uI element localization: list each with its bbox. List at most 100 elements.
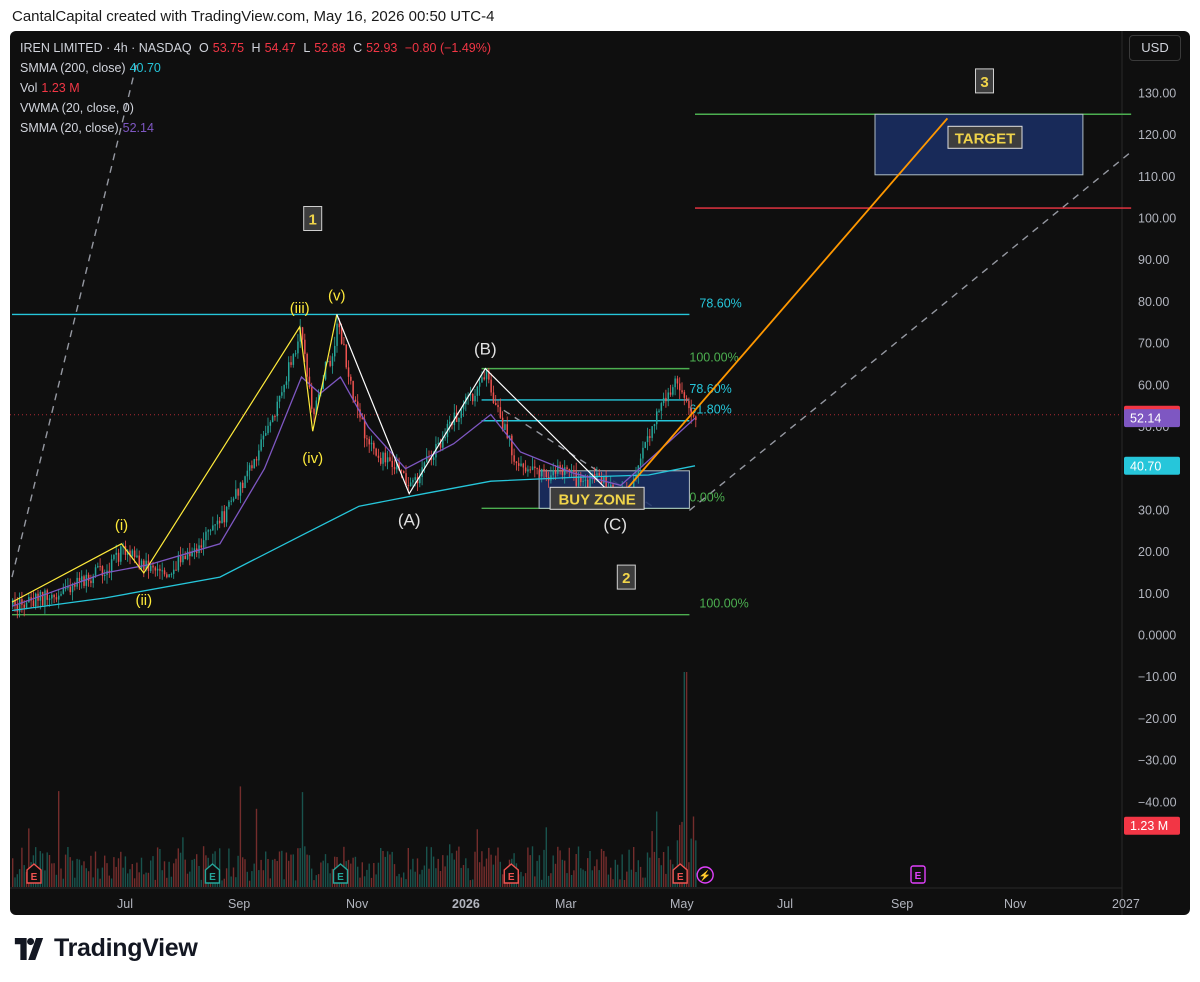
candle-body: [23, 604, 25, 608]
symbol-row[interactable]: IREN LIMITED · 4h · NASDAQ O 53.75 H 54.47…: [20, 38, 495, 58]
wave-label-A: (A): [398, 511, 421, 530]
volume-bar: [488, 847, 490, 887]
candle-body: [285, 381, 288, 385]
degree-label-2: 2: [622, 570, 630, 587]
volume-bar: [421, 869, 423, 887]
y-tick-label: 80.00: [1138, 295, 1169, 309]
candle-body: [214, 524, 216, 526]
candle-body: [524, 467, 527, 472]
volume-bar: [276, 861, 278, 887]
volume-bar: [467, 868, 469, 887]
candle-body: [152, 565, 154, 568]
volume-bar: [683, 672, 685, 887]
candle-body: [352, 380, 354, 400]
indicator-smma200[interactable]: SMMA (200, close) 40.70: [20, 58, 495, 78]
volume-bar: [366, 869, 368, 887]
volume-bar: [21, 847, 23, 887]
candle-body: [90, 580, 92, 584]
volume-bar: [18, 869, 21, 887]
volume-bar: [92, 877, 94, 887]
candle-body: [685, 397, 688, 401]
candle-body: [458, 418, 460, 422]
candle-body: [423, 462, 426, 468]
chart-panel[interactable]: 78.60% 100.00% 100.00% 78.60% 61.80% 0.00% (i)…: [10, 31, 1190, 915]
candle-body: [518, 463, 520, 466]
candle-body: [163, 570, 166, 575]
volume-bar: [538, 855, 541, 887]
candle-body: [140, 560, 143, 569]
volume-bar: [99, 878, 101, 887]
volume-bar: [469, 880, 472, 887]
volume-bar: [283, 879, 285, 887]
volume-bar: [559, 850, 561, 887]
volume-bar: [396, 876, 398, 887]
volume-bar: [359, 877, 361, 887]
candle-body: [179, 555, 182, 563]
candle-body: [239, 482, 242, 496]
volume-bar: [265, 851, 267, 887]
y-tick-label: 60.00: [1138, 378, 1169, 392]
volume-bar: [527, 847, 529, 887]
price-tag-label-1: 52.14: [1130, 412, 1161, 426]
volume-bar: [177, 848, 179, 887]
volume-bar: [393, 864, 396, 887]
candle-body: [271, 416, 274, 423]
indicator-volume[interactable]: Vol 1.23 M: [20, 78, 495, 98]
volume-bar: [87, 871, 90, 887]
volume-bar: [476, 829, 478, 887]
candle-body: [527, 469, 529, 472]
volume-bar: [665, 873, 667, 887]
volume-bar: [577, 846, 580, 887]
volume-bar: [83, 861, 85, 887]
volume-bar: [610, 867, 612, 887]
y-tick-label: −40.00: [1138, 795, 1177, 809]
volume-bar: [324, 854, 327, 887]
tradingview-logo-icon: [14, 937, 44, 960]
volume-bar: [637, 860, 639, 887]
candle-body: [78, 577, 81, 582]
volume-bar: [616, 864, 619, 887]
symbol-name[interactable]: IREN LIMITED · 4h · NASDAQ: [20, 41, 192, 55]
candle-body: [386, 457, 389, 463]
candle-body: [377, 455, 380, 458]
volume-bar: [416, 858, 419, 887]
candle-body: [255, 459, 258, 461]
candle-body: [566, 467, 568, 469]
volume-bar: [179, 852, 182, 887]
price-chart[interactable]: 78.60%100.00%100.00%78.60%61.80%0.00%(i)…: [10, 31, 1190, 915]
volume-bar: [547, 875, 550, 887]
candle-body: [350, 376, 352, 381]
volume-bar: [398, 873, 400, 887]
volume-histogram: [12, 672, 697, 887]
volume-bar: [301, 792, 304, 887]
earnings-icon-2: E: [337, 872, 344, 883]
candle-body: [290, 362, 292, 365]
candle-body: [216, 520, 219, 525]
volume-bar: [156, 847, 159, 887]
volume-bar: [110, 878, 113, 887]
volume-bar: [591, 870, 593, 887]
volume-bar: [14, 877, 16, 887]
volume-bar: [290, 854, 292, 887]
y-tick-label: 70.00: [1138, 337, 1169, 351]
indicator-smma20[interactable]: SMMA (20, close) 52.14: [20, 118, 495, 138]
candle-body: [230, 500, 232, 502]
indicator-vwma[interactable]: VWMA (20, close, 0): [20, 98, 495, 118]
candle-body: [304, 339, 306, 354]
volume-bar: [566, 873, 568, 887]
candle-body: [159, 568, 161, 571]
currency-button[interactable]: USD: [1129, 35, 1181, 61]
candle-body: [529, 469, 531, 471]
volume-bar: [152, 856, 154, 887]
wave-label-ii: (ii): [135, 592, 152, 609]
tradingview-brand[interactable]: TradingView: [12, 934, 198, 963]
volume-bar: [649, 857, 651, 887]
candle-body: [646, 436, 649, 443]
volume-bar: [317, 874, 320, 887]
volume-bar: [428, 868, 430, 887]
volume-bar: [439, 871, 442, 887]
volume-bar: [568, 847, 570, 887]
candle-body: [48, 598, 51, 600]
volume-bar: [122, 867, 124, 887]
candle-body: [653, 424, 656, 427]
